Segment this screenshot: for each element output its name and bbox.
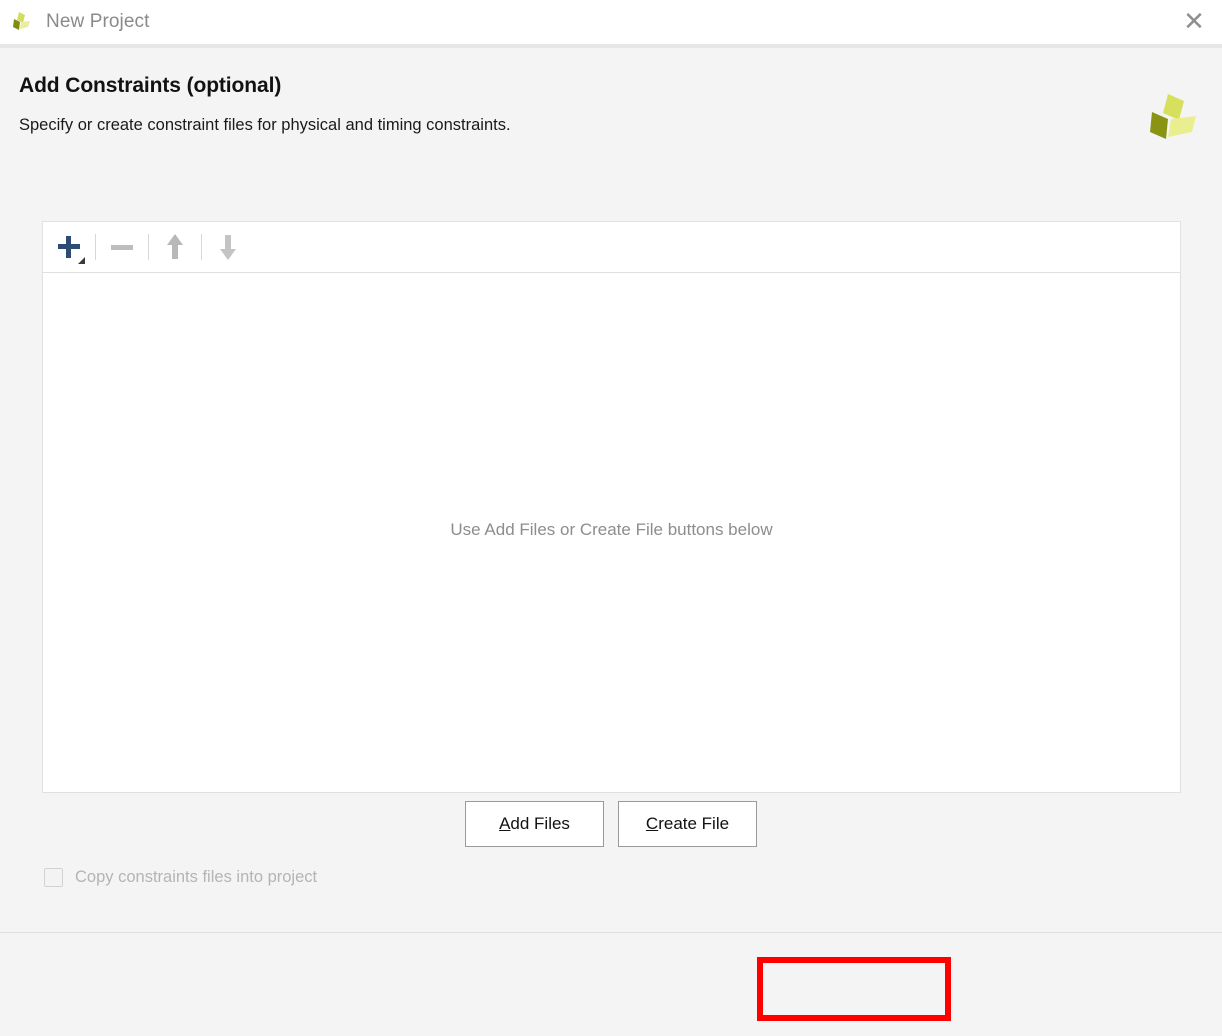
add-sources-button[interactable] [43, 222, 95, 272]
window-titlebar: New Project ✕ [0, 0, 1222, 44]
move-down-button[interactable] [202, 222, 254, 272]
minus-icon [111, 244, 133, 250]
file-action-buttons: Add Files Create File [0, 801, 1222, 847]
file-list-placeholder: Use Add Files or Create File buttons bel… [450, 519, 773, 539]
page-title: Add Constraints (optional) [19, 74, 282, 97]
file-toolbar [42, 221, 1181, 273]
add-files-label: dd Files [510, 814, 570, 833]
copy-constraints-row[interactable]: Copy constraints files into project [44, 868, 317, 887]
xilinx-logo-icon [1144, 90, 1200, 146]
add-files-button[interactable]: Add Files [465, 801, 604, 847]
create-file-mnemonic: C [645, 814, 659, 833]
add-files-mnemonic: A [499, 814, 511, 833]
window-title: New Project [46, 10, 150, 32]
caret-down-icon [78, 257, 85, 264]
create-file-label: reate File [658, 814, 730, 833]
constraints-panel: Use Add Files or Create File buttons bel… [42, 221, 1181, 793]
dialog-footer: ? < Back Next > Finish Cancel [0, 933, 1222, 1036]
plus-icon [58, 236, 80, 258]
create-file-button[interactable]: Create File [618, 801, 757, 847]
move-up-button[interactable] [149, 222, 201, 272]
arrow-down-icon [220, 234, 236, 260]
copy-constraints-label: Copy constraints files into project [75, 868, 318, 886]
page-header: Add Constraints (optional) Specify or cr… [0, 48, 1222, 158]
close-icon[interactable]: ✕ [1180, 8, 1208, 36]
arrow-up-icon [167, 234, 183, 260]
remove-file-button[interactable] [96, 222, 148, 272]
vivado-logo-icon [10, 10, 34, 34]
constraints-file-list[interactable]: Use Add Files or Create File buttons bel… [42, 272, 1181, 793]
page-subtitle: Specify or create constraint files for p… [19, 116, 511, 134]
copy-constraints-checkbox[interactable] [44, 868, 63, 887]
